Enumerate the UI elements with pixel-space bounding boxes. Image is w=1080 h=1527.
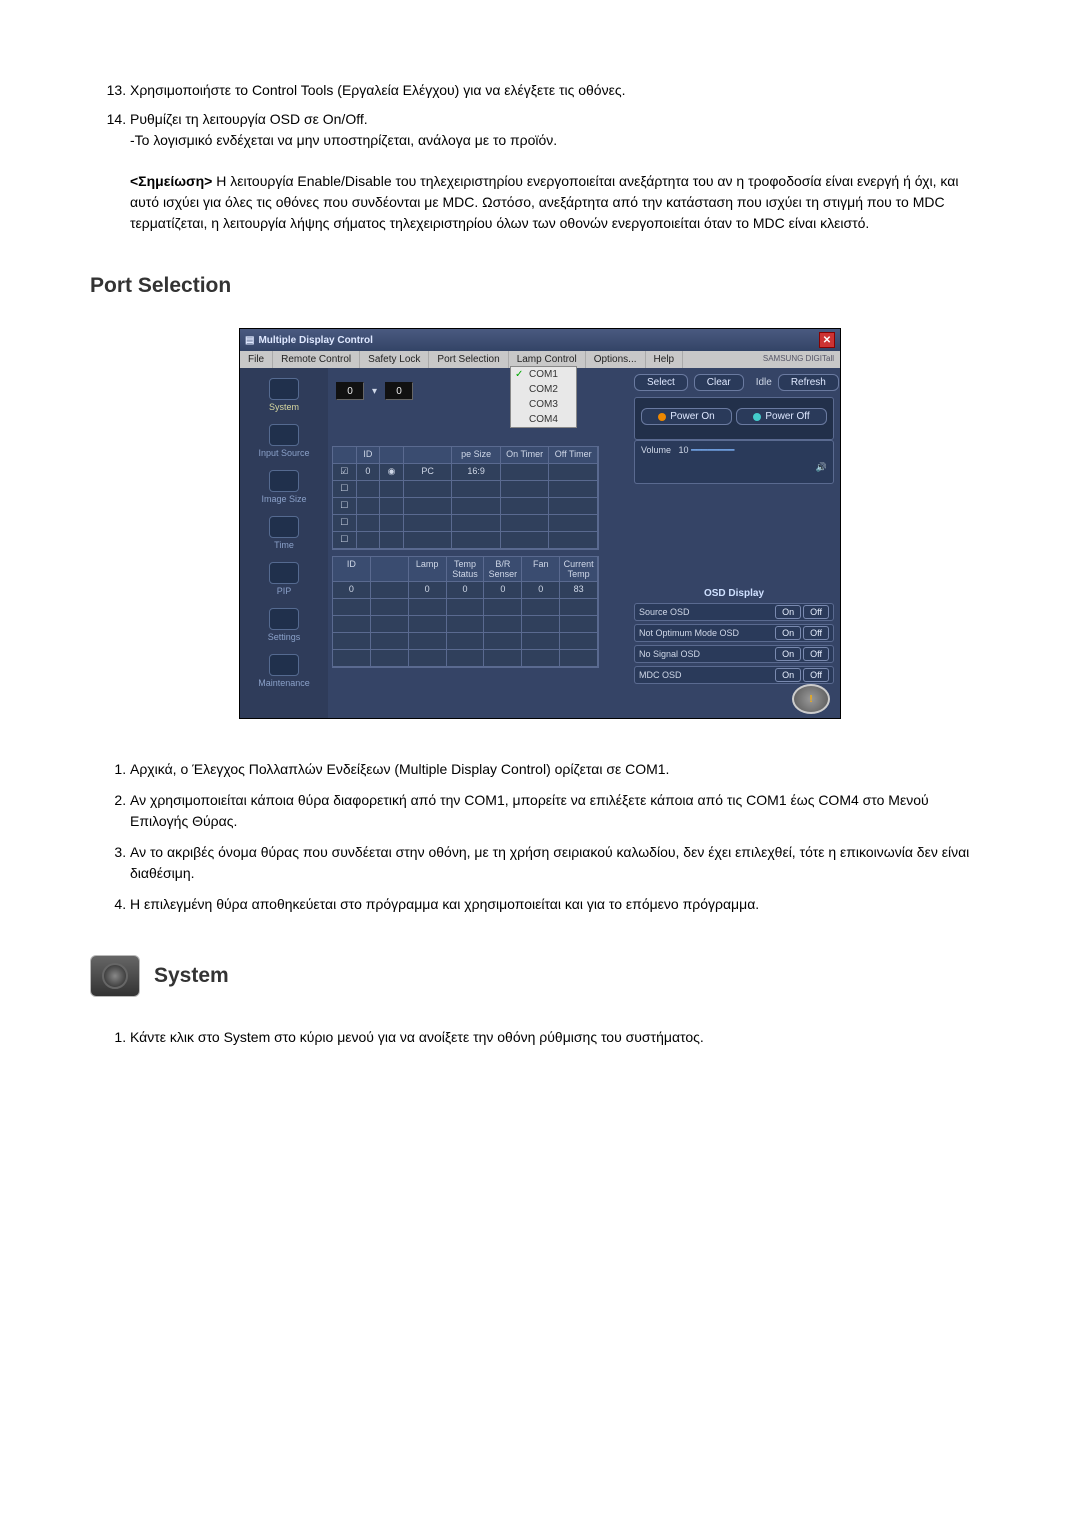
menu-remote-control[interactable]: Remote Control xyxy=(273,351,360,368)
note-3: Αν το ακριβές όνομα θύρας που συνδέεται … xyxy=(130,842,990,884)
image-size-icon xyxy=(269,470,299,492)
not-optimum-on[interactable]: On xyxy=(775,626,801,640)
note-label: <Σημείωση> xyxy=(130,173,212,189)
system-section-icon xyxy=(90,955,140,997)
note-text: Η λειτουργία Enable/Disable του τηλεχειρ… xyxy=(130,173,958,231)
menu-options[interactable]: Options... xyxy=(586,351,646,368)
sidebar: System Input Source Image Size Time PIP … xyxy=(240,368,328,718)
mdc-window: ▤ Multiple Display Control ✕ File Remote… xyxy=(239,328,841,719)
refresh-button[interactable]: Refresh xyxy=(778,374,839,391)
osd-title: OSD Display xyxy=(634,588,834,599)
osd-no-signal: No Signal OSD OnOff xyxy=(634,645,834,663)
system-section-title: System xyxy=(154,964,229,988)
source-osd-on[interactable]: On xyxy=(775,605,801,619)
speaker-icon[interactable]: 🔊 xyxy=(816,462,827,472)
status-table: ID Lamp Temp Status B/R Senser Fan Curre… xyxy=(332,556,599,668)
port-com4[interactable]: COM4 xyxy=(511,412,576,427)
clear-button[interactable]: Clear xyxy=(694,374,744,391)
osd-source: Source OSD OnOff xyxy=(634,603,834,621)
mdc-osd-on[interactable]: On xyxy=(775,668,801,682)
instruction-14: Ρυθμίζει τη λειτουργία OSD σε On/Off. -Τ… xyxy=(130,109,990,151)
sidebar-maintenance[interactable]: Maintenance xyxy=(240,650,328,696)
instruction-14-text: Ρυθμίζει τη λειτουργία OSD σε On/Off. xyxy=(130,111,368,127)
sidebar-settings[interactable]: Settings xyxy=(240,604,328,650)
instruction-list-top: Χρησιμοποιήστε το Control Tools (Εργαλεί… xyxy=(90,80,990,151)
sidebar-pip[interactable]: PIP xyxy=(240,558,328,604)
mdc-screenshot: ▤ Multiple Display Control ✕ File Remote… xyxy=(90,328,990,719)
port-com3[interactable]: COM3 xyxy=(511,397,576,412)
pip-icon xyxy=(269,562,299,584)
sidebar-image-size[interactable]: Image Size xyxy=(240,466,328,512)
mdc-osd-off[interactable]: Off xyxy=(803,668,829,682)
system-section-header: System xyxy=(90,955,990,997)
volume-label: Volume xyxy=(641,445,671,455)
system-icon xyxy=(269,378,299,400)
control-panel: Select Clear Idle Refresh Power On Power… xyxy=(634,374,834,484)
note-1: Αρχικά, ο Έλεγχος Πολλαπλών Ενδείξεων (M… xyxy=(130,759,990,780)
app-icon: ▤ xyxy=(245,335,254,346)
port-com1[interactable]: ✓COM1 xyxy=(511,367,576,382)
brand-label: SAMSUNG DIGITall xyxy=(757,351,840,368)
id-input-2[interactable]: 0 xyxy=(385,382,413,400)
alert-icon: ! xyxy=(792,684,830,714)
port-selection-dropdown[interactable]: ✓COM1 COM2 COM3 COM4 xyxy=(510,366,577,428)
dropdown-icon[interactable]: ▾ xyxy=(372,386,377,397)
osd-mdc: MDC OSD OnOff xyxy=(634,666,834,684)
table-row[interactable]: ☑ 0 ◉ PC 16:9 xyxy=(333,464,598,481)
display-table: ID pe Size On Timer Off Timer ☑ 0 ◉ PC 1… xyxy=(332,446,599,550)
port-com2[interactable]: COM2 xyxy=(511,382,576,397)
close-button[interactable]: ✕ xyxy=(819,332,835,348)
no-signal-on[interactable]: On xyxy=(775,647,801,661)
volume-box: Volume 10 ━━━━━━━━ 🔊 xyxy=(634,440,834,484)
osd-display-panel: OSD Display Source OSD OnOff Not Optimum… xyxy=(634,588,834,687)
mdc-main-area: ✓COM1 COM2 COM3 COM4 0 ▾ 0 Select Clear xyxy=(328,368,840,718)
select-button[interactable]: Select xyxy=(634,374,688,391)
source-osd-off[interactable]: Off xyxy=(803,605,829,619)
not-optimum-off[interactable]: Off xyxy=(803,626,829,640)
menu-port-selection[interactable]: Port Selection xyxy=(429,351,508,368)
power-off-icon xyxy=(753,413,761,421)
idle-label: Idle xyxy=(756,377,772,388)
sidebar-input-source[interactable]: Input Source xyxy=(240,420,328,466)
osd-not-optimum: Not Optimum Mode OSD OnOff xyxy=(634,624,834,642)
note-block: <Σημείωση> Η λειτουργία Enable/Disable τ… xyxy=(130,171,990,234)
id-input-1[interactable]: 0 xyxy=(336,382,364,400)
menu-safety-lock[interactable]: Safety Lock xyxy=(360,351,429,368)
power-box: Power On Power Off xyxy=(634,397,834,440)
system-note-1: Κάντε κλικ στο System στο κύριο μενού γι… xyxy=(130,1027,990,1048)
system-notes: Κάντε κλικ στο System στο κύριο μενού γι… xyxy=(90,1027,990,1048)
input-source-icon xyxy=(269,424,299,446)
note-4: Η επιλεγμένη θύρα αποθηκεύεται στο πρόγρ… xyxy=(130,894,990,915)
table-row[interactable]: 0 0 0 0 0 83 xyxy=(333,582,598,599)
check-icon: ✓ xyxy=(515,369,523,380)
time-icon xyxy=(269,516,299,538)
mdc-titlebar: ▤ Multiple Display Control ✕ xyxy=(240,329,840,351)
note-2: Αν χρησιμοποιείται κάποια θύρα διαφορετι… xyxy=(130,790,990,832)
power-on-icon xyxy=(658,413,666,421)
power-on-button[interactable]: Power On xyxy=(641,408,732,425)
no-signal-off[interactable]: Off xyxy=(803,647,829,661)
sidebar-time[interactable]: Time xyxy=(240,512,328,558)
window-title: Multiple Display Control xyxy=(258,335,372,346)
settings-icon xyxy=(269,608,299,630)
sidebar-system[interactable]: System xyxy=(240,374,328,420)
maintenance-icon xyxy=(269,654,299,676)
volume-value: 10 xyxy=(679,445,689,455)
instruction-13: Χρησιμοποιήστε το Control Tools (Εργαλεί… xyxy=(130,80,990,101)
section-port-selection: Port Selection xyxy=(90,274,990,298)
power-off-button[interactable]: Power Off xyxy=(736,408,827,425)
menu-file[interactable]: File xyxy=(240,351,273,368)
instruction-14-sub: -Το λογισμικό ενδέχεται να μην υποστηρίζ… xyxy=(130,132,557,148)
port-selection-notes: Αρχικά, ο Έλεγχος Πολλαπλών Ενδείξεων (M… xyxy=(90,759,990,915)
menu-help[interactable]: Help xyxy=(646,351,684,368)
